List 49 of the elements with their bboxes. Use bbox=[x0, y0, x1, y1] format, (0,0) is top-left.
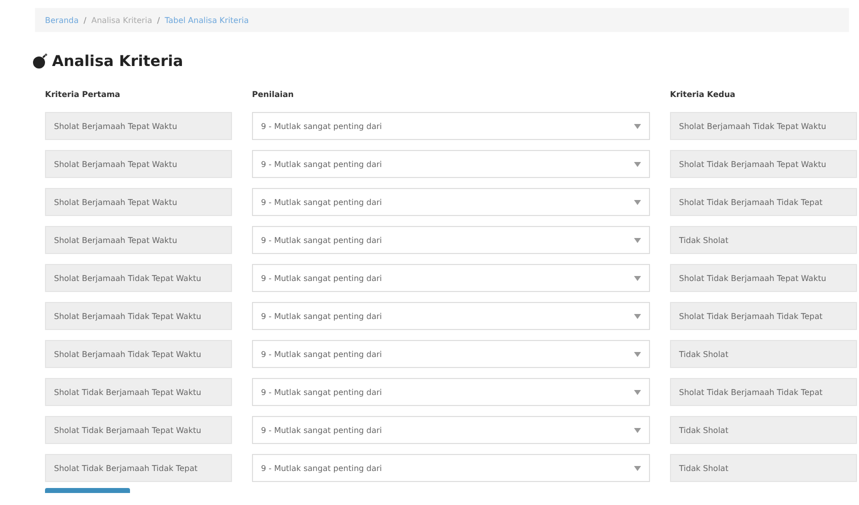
criteria-field: Sholat Berjamaah Tidak Tepat Waktu bbox=[670, 112, 857, 140]
criteria-field: Sholat Berjamaah Tepat Waktu bbox=[45, 150, 232, 178]
criteria-field: Sholat Berjamaah Tepat Waktu bbox=[45, 188, 232, 216]
column-header: Penilaian bbox=[252, 90, 295, 101]
caret-icon bbox=[634, 390, 641, 394]
criteria-field: Sholat Berjamaah Tepat Waktu bbox=[45, 112, 232, 140]
criteria-field: Sholat Tidak Berjamaah Tepat Waktu bbox=[45, 378, 232, 406]
criteria-field: Sholat Tidak Berjamaah Tepat Waktu bbox=[45, 416, 232, 444]
page-title: Analisa Kriteria bbox=[52, 52, 184, 70]
criteria-field: Tidak Sholat bbox=[670, 416, 857, 444]
criteria-field: Sholat Tidak Berjamaah Tidak Tepat bbox=[670, 378, 857, 406]
criteria-field: Tidak Sholat bbox=[670, 226, 857, 254]
rating-dropdown[interactable]: 9 - Mutlak sangat penting dari bbox=[252, 454, 650, 482]
caret-icon bbox=[634, 238, 641, 242]
criteria-field: Sholat Tidak Berjamaah Tidak Tepat bbox=[670, 188, 857, 216]
criteria-field: Sholat Berjamaah Tidak Tepat Waktu bbox=[45, 340, 232, 368]
rating-dropdown[interactable]: 9 - Mutlak sangat penting dari bbox=[252, 302, 650, 330]
column-header: Kriteria Pertama bbox=[45, 90, 122, 101]
rating-dropdown[interactable]: 9 - Mutlak sangat penting dari bbox=[252, 226, 650, 254]
caret-icon bbox=[634, 466, 641, 470]
bomb-icon bbox=[32, 53, 48, 69]
breadcrumb-item: Analisa Kriteria bbox=[91, 16, 152, 24]
caret-icon bbox=[634, 276, 641, 280]
criteria-field: Tidak Sholat bbox=[670, 454, 857, 482]
caret-icon bbox=[634, 200, 641, 204]
criteria-field: Sholat Tidak Berjamaah Tepat Waktu bbox=[670, 150, 857, 178]
criteria-field: Sholat Berjamaah Tidak Tepat Waktu bbox=[45, 264, 232, 292]
caret-icon bbox=[634, 352, 641, 356]
rating-dropdown[interactable]: 9 - Mutlak sangat penting dari bbox=[252, 416, 650, 444]
caret-icon bbox=[634, 162, 641, 166]
criteria-field: Sholat Tidak Berjamaah Tidak Tepat bbox=[670, 302, 857, 330]
rating-dropdown[interactable]: 9 - Mutlak sangat penting dari bbox=[252, 340, 650, 368]
criteria-field: Tidak Sholat bbox=[670, 340, 857, 368]
caret-icon bbox=[634, 124, 641, 128]
criteria-field: Sholat Tidak Berjamaah Tidak Tepat bbox=[45, 454, 232, 482]
rating-dropdown[interactable]: 9 - Mutlak sangat penting dari bbox=[252, 188, 650, 216]
rating-dropdown[interactable]: 9 - Mutlak sangat penting dari bbox=[252, 378, 650, 406]
column-header: Kriteria Kedua bbox=[670, 90, 736, 101]
breadcrumb-separator: / bbox=[157, 16, 160, 24]
rating-dropdown[interactable]: 9 - Mutlak sangat penting dari bbox=[252, 112, 650, 140]
criteria-field: Sholat Tidak Berjamaah Tepat Waktu bbox=[670, 264, 857, 292]
submit-button[interactable] bbox=[45, 488, 130, 493]
rating-dropdown[interactable]: 9 - Mutlak sangat penting dari bbox=[252, 150, 650, 178]
caret-icon bbox=[634, 428, 641, 432]
breadcrumb-separator: / bbox=[84, 16, 86, 24]
caret-icon bbox=[634, 314, 641, 318]
rating-dropdown[interactable]: 9 - Mutlak sangat penting dari bbox=[252, 264, 650, 292]
criteria-field: Sholat Berjamaah Tidak Tepat Waktu bbox=[45, 302, 232, 330]
criteria-field: Sholat Berjamaah Tepat Waktu bbox=[45, 226, 232, 254]
